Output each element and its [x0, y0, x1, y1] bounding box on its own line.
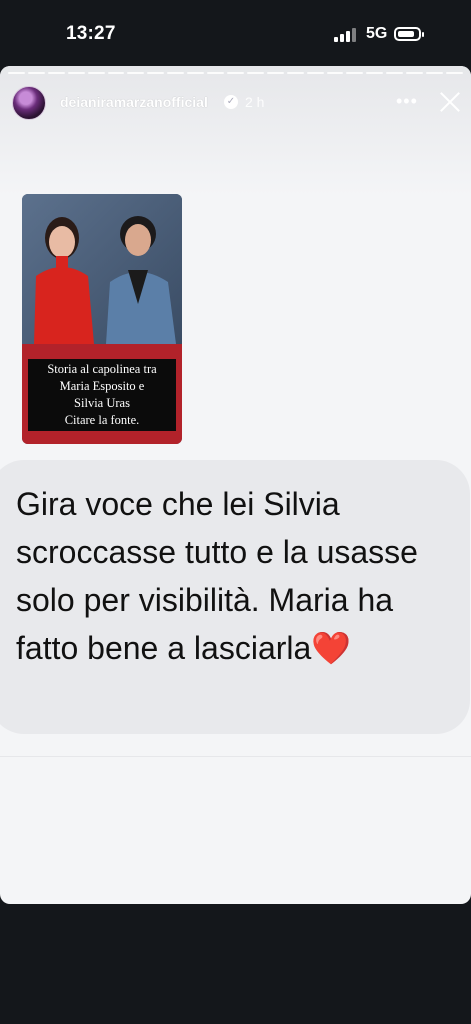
caption-line-1: Storia al capolinea tra — [47, 362, 157, 376]
shared-post-thumbnail[interactable]: Storia al capolinea tra Maria Esposito e… — [22, 194, 182, 444]
story-progress-bar — [8, 72, 463, 75]
caption-line-3: Silvia Uras — [74, 396, 130, 410]
question-bubble: Gira voce che lei Silvia scroccasse tutt… — [0, 460, 470, 734]
story-time-ago: 2 h — [245, 94, 265, 110]
person-denim-jacket-image — [106, 216, 176, 344]
question-text-container: Gira voce che lei Silvia scroccasse tutt… — [16, 480, 456, 672]
close-icon[interactable] — [437, 89, 463, 115]
verified-badge-icon: ✓ — [224, 95, 238, 109]
story-username[interactable]: deianiramarzanofficial — [60, 94, 208, 110]
story-card[interactable]: deianiramarzanofficial ✓ 2 h ••• Storia … — [0, 66, 471, 904]
story-header: deianiramarzanofficial ✓ 2 h ••• — [0, 80, 471, 130]
caption-line-4: Citare la fonte. — [64, 413, 140, 427]
status-bar: 13:27 5G — [0, 0, 471, 66]
battery-icon — [394, 27, 424, 41]
post-caption: Storia al capolinea tra Maria Esposito e… — [28, 359, 176, 431]
network-type: 5G — [366, 25, 388, 42]
avatar[interactable] — [12, 86, 46, 120]
more-options-icon[interactable]: ••• — [396, 91, 418, 112]
caption-line-2: Maria Esposito e — [59, 379, 145, 393]
question-text: Gira voce che lei Silvia scroccasse tutt… — [16, 486, 418, 666]
heart-emoji: ❤️ — [311, 630, 352, 666]
status-time: 13:27 — [66, 23, 116, 44]
post-caption-box: Storia al capolinea tra Maria Esposito e… — [22, 344, 182, 444]
cellular-signal-icon — [334, 28, 356, 42]
divider — [0, 756, 471, 757]
person-red-dress-image — [34, 217, 94, 344]
